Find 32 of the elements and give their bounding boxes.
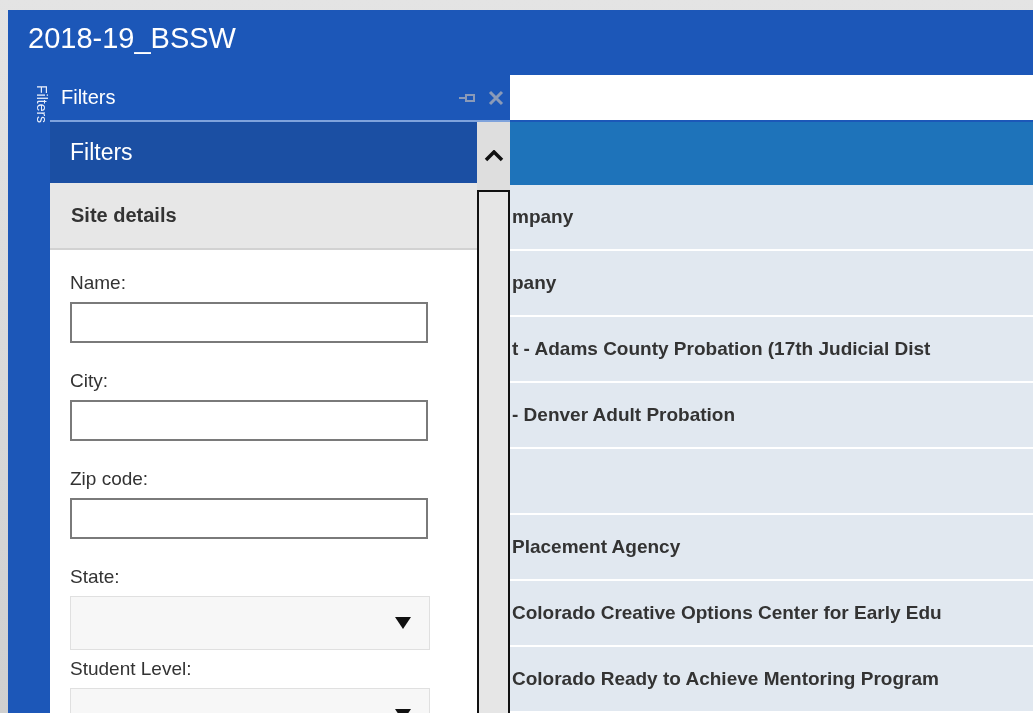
field-label: State: [70, 566, 121, 588]
scroll-up-button[interactable] [477, 122, 510, 190]
pin-icon[interactable] [458, 91, 478, 104]
table-cell-text: Colorado Creative Options Center for Early Edu [511, 602, 942, 624]
table-row[interactable]: mpany [510, 185, 1033, 251]
table-cell-text: t - Adams County Probation (17th Judicial Dist [511, 338, 931, 360]
table-row[interactable]: Placement Agency [510, 515, 1033, 581]
table-row[interactable]: Colorado Creative Options Center for Early Edu [510, 581, 1033, 647]
text-field[interactable] [70, 302, 428, 343]
table-cell-text: pany [511, 272, 557, 294]
field-label: Zip code: [70, 468, 150, 490]
text-field[interactable] [70, 400, 428, 441]
panel-title: Filters [50, 122, 477, 183]
caret-icon [395, 617, 411, 629]
field-label: Name: [70, 272, 127, 294]
text-field[interactable] [70, 498, 428, 539]
field-label: Student Level: [70, 658, 193, 680]
table-row[interactable]: t - Adams County Probation (17th Judicial Dist [510, 317, 1033, 383]
table-cell-text: Placement Agency [511, 536, 681, 558]
section-header[interactable]: Site details [50, 183, 477, 250]
table-cell-text: Colorado Ready to Achieve Mentoring Program [511, 668, 939, 690]
table-cell-text: - Denver Adult Probation [511, 404, 736, 426]
window-title: 2018-19_BSSW [27, 21, 237, 56]
chevron-up-icon [483, 150, 504, 162]
side-tab[interactable]: Filters [24, 85, 50, 124]
table-row[interactable]: pany [510, 251, 1033, 317]
table-cell-text: mpany [511, 206, 574, 228]
field-label: City: [70, 370, 109, 392]
pane-title: Filters [61, 86, 117, 109]
table-row[interactable]: Colorado Ready to Achieve Mentoring Program [510, 647, 1033, 713]
close-icon[interactable] [488, 89, 504, 106]
table-row[interactable]: - Denver Adult Probation [510, 383, 1033, 449]
